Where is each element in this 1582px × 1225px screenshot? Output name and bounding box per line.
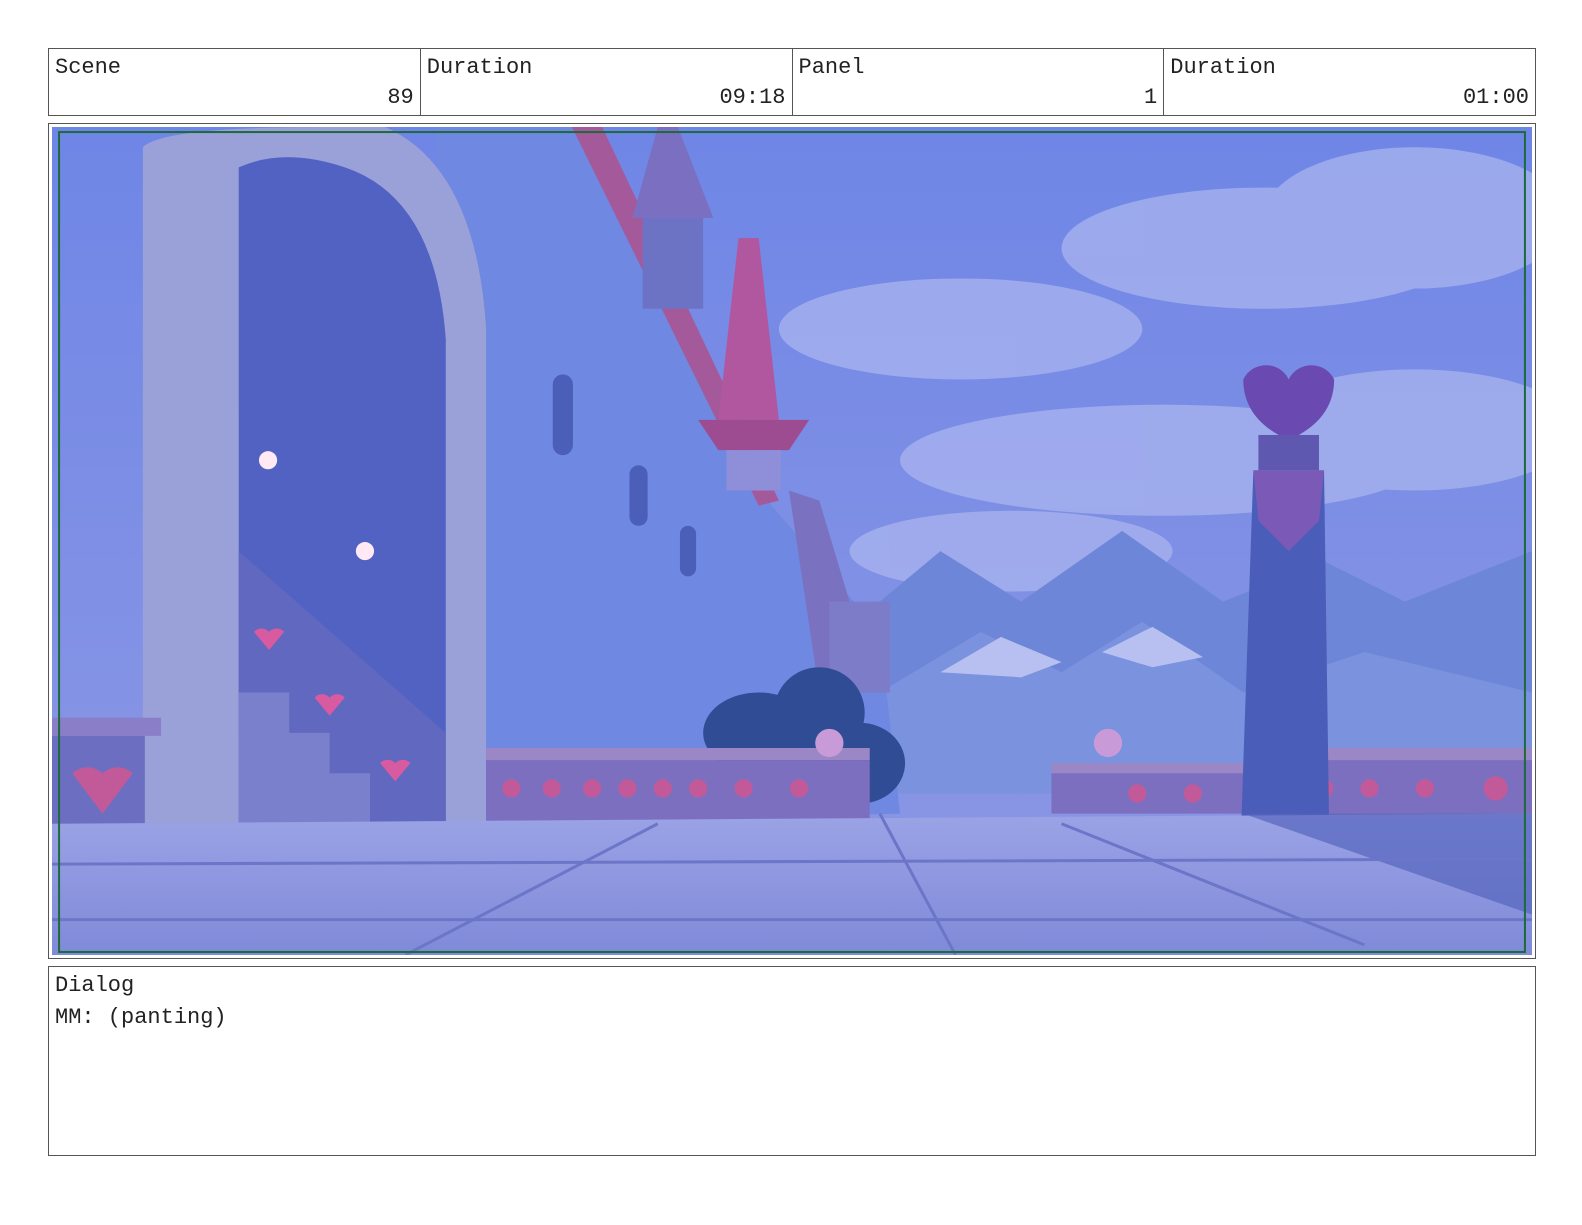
panel-label: Panel [798,55,865,80]
scene-number: 89 [387,85,414,110]
scene-duration-value: 09:18 [719,85,786,110]
panel-duration-label: Duration [1170,55,1276,80]
floor [52,812,1532,955]
dialog-label: Dialog [55,973,135,998]
panel-duration-cell: Duration 01:00 [1164,49,1535,115]
scene-cell: Scene 89 [49,49,421,115]
scene-label: Scene [55,55,122,80]
archway [142,127,487,849]
panel-number: 1 [1144,85,1158,110]
panel-image-frame [48,123,1536,959]
castle-balcony-illustration [52,127,1532,955]
dialog-box: Dialog MM: (panting) [48,966,1536,1156]
dialog-text: MM: (panting) [55,1005,227,1030]
panel-duration-value: 01:00 [1462,85,1529,110]
scene-duration-label: Duration [426,55,533,80]
panel-cell: Panel 1 [793,49,1165,115]
scene-duration-cell: Duration 09:18 [421,49,793,115]
storyboard-header: Scene 89 Duration 09:18 Panel 1 Duration… [48,48,1536,116]
